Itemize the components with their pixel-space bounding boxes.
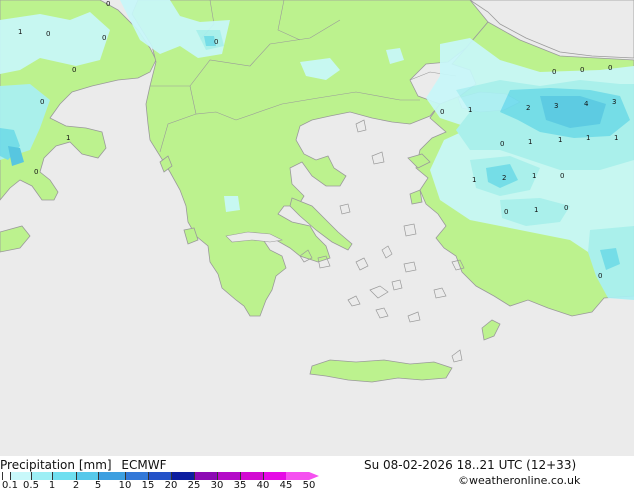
model-name: ECMWF bbox=[121, 458, 167, 472]
legend-label: 35 bbox=[233, 480, 247, 491]
legend-label: 40 bbox=[256, 480, 270, 491]
legend-label: 25 bbox=[187, 480, 201, 491]
map-value: 0 bbox=[560, 172, 564, 180]
legend-swatch bbox=[52, 472, 76, 480]
credit-link[interactable]: ©weatheronline.co.uk bbox=[458, 474, 580, 487]
legend-label: 30 bbox=[210, 480, 224, 491]
map-value: 0 bbox=[608, 64, 612, 72]
map-value: 0 bbox=[106, 0, 110, 8]
legend-swatch bbox=[148, 472, 171, 480]
legend-label: 10 bbox=[118, 480, 132, 491]
map-value: 0 bbox=[500, 140, 504, 148]
map-value: 0 bbox=[504, 208, 508, 216]
legend-swatch bbox=[171, 472, 194, 480]
valid-time: Su 08-02-2026 18..21 UTC (12+33) bbox=[364, 458, 577, 472]
map-value: 0 bbox=[34, 168, 38, 176]
map-value: 4 bbox=[584, 100, 589, 108]
map-value: 3 bbox=[554, 102, 558, 110]
legend-label: 1 bbox=[48, 480, 56, 491]
map-canvas: 0 1 0 0 0 0 1 0 0 0 0 0 0 1 2 3 4 3 0 1 … bbox=[0, 0, 634, 460]
legend-label: 5 bbox=[94, 480, 102, 491]
map-value: 1 bbox=[586, 134, 590, 142]
map-value: 1 bbox=[18, 28, 22, 36]
product-title: Precipitation [mm] bbox=[0, 458, 112, 472]
map-value: 1 bbox=[528, 138, 532, 146]
legend-label: 15 bbox=[141, 480, 155, 491]
legend-label: 2 bbox=[72, 480, 80, 491]
map-value: 0 bbox=[598, 272, 602, 280]
map-value: 1 bbox=[534, 206, 538, 214]
legend-swatch bbox=[2, 472, 10, 480]
map-value: 0 bbox=[214, 38, 218, 46]
precipitation-map: 0 1 0 0 0 0 1 0 0 0 0 0 0 1 2 3 4 3 0 1 … bbox=[0, 0, 634, 491]
map-value: 0 bbox=[72, 66, 76, 74]
map-value: 1 bbox=[66, 134, 70, 142]
map-value: 1 bbox=[614, 134, 618, 142]
legend-label: 20 bbox=[164, 480, 178, 491]
map-value: 1 bbox=[472, 176, 476, 184]
map-value: 2 bbox=[502, 174, 506, 182]
map-value: 1 bbox=[532, 172, 536, 180]
legend-swatch bbox=[263, 472, 286, 480]
map-value: 2 bbox=[526, 104, 530, 112]
legend-label: 45 bbox=[279, 480, 293, 491]
map-value: 0 bbox=[440, 108, 444, 116]
legend-swatch bbox=[98, 472, 125, 480]
map-value: 0 bbox=[46, 30, 50, 38]
legend-swatch bbox=[240, 472, 263, 480]
legend-swatch bbox=[31, 472, 52, 480]
map-value: 1 bbox=[558, 136, 562, 144]
legend-label: 50 bbox=[302, 480, 316, 491]
map-value: 0 bbox=[552, 68, 556, 76]
legend-swatch bbox=[76, 472, 98, 480]
map-value: 1 bbox=[468, 106, 472, 114]
legend-label: 0.1 bbox=[2, 480, 18, 491]
legend-label: 0.5 bbox=[23, 480, 39, 491]
map-title: Precipitation [mm] ECMWF bbox=[0, 458, 166, 472]
legend-swatch bbox=[217, 472, 240, 480]
legend-swatch bbox=[10, 472, 31, 480]
map-value: 3 bbox=[612, 98, 616, 106]
legend-swatch bbox=[194, 472, 217, 480]
legend-swatch bbox=[125, 472, 148, 480]
map-value: 0 bbox=[40, 98, 44, 106]
map-value: 0 bbox=[564, 204, 568, 212]
map-value: 0 bbox=[580, 66, 584, 74]
map-value: 0 bbox=[102, 34, 106, 42]
